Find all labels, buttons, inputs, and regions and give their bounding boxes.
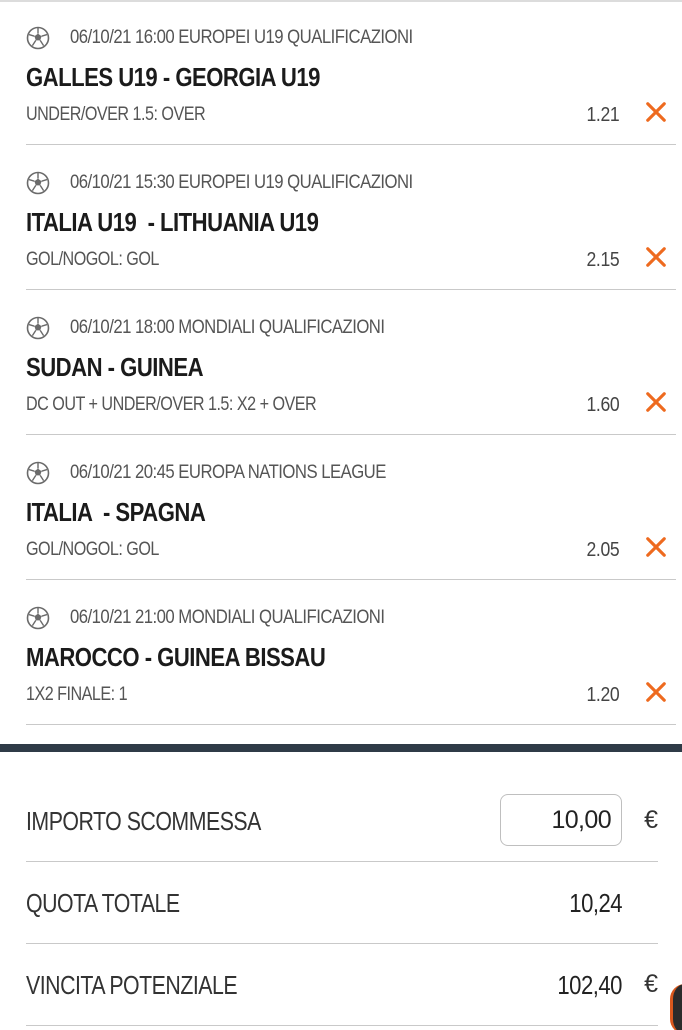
close-icon bbox=[645, 101, 667, 128]
close-icon bbox=[645, 391, 667, 418]
bet-market: GOL/NOGOL: GOL bbox=[26, 249, 159, 270]
remove-bet-button[interactable] bbox=[644, 681, 668, 708]
stake-input[interactable] bbox=[500, 794, 622, 846]
potential-win-row: VINCITA POTENZIALE 102,40 € bbox=[26, 944, 658, 1026]
bet-teams: ITALIA - SPAGNA bbox=[26, 497, 206, 527]
bet-datetime-competition: 06/10/21 18:00 MONDIALI QUALIFICAZIONI bbox=[70, 317, 385, 338]
soccer-ball-icon bbox=[26, 26, 50, 50]
potential-win-label: VINCITA POTENZIALE bbox=[26, 970, 238, 1000]
bet-item: 06/10/21 20:45 EUROPA NATIONS LEAGUE ITAL… bbox=[26, 435, 676, 580]
bet-odd: 1.60 bbox=[586, 394, 619, 416]
bet-datetime-competition: 06/10/21 16:00 EUROPEI U19 QUALIFICAZION… bbox=[70, 27, 413, 48]
bet-meta: 06/10/21 18:00 MONDIALI QUALIFICAZIONI bbox=[26, 314, 427, 342]
bet-teams: GALLES U19 - GEORGIA U19 bbox=[26, 62, 320, 92]
bet-datetime-competition: 06/10/21 20:45 EUROPA NATIONS LEAGUE bbox=[70, 462, 386, 483]
bet-market: 1X2 FINALE: 1 bbox=[26, 684, 128, 705]
soccer-ball-icon bbox=[26, 461, 50, 485]
remove-bet-button[interactable] bbox=[644, 101, 668, 128]
bet-teams: SUDAN - GUINEA bbox=[26, 352, 204, 382]
bet-odd: 2.05 bbox=[586, 539, 619, 561]
total-odds-row: QUOTA TOTALE 10,24 bbox=[26, 862, 658, 944]
potential-win-value: 102,40 bbox=[557, 970, 622, 1000]
soccer-ball-icon bbox=[26, 606, 50, 630]
stake-row: IMPORTO SCOMMESSA € bbox=[26, 780, 658, 862]
bet-meta: 06/10/21 20:45 EUROPA NATIONS LEAGUE bbox=[26, 459, 429, 487]
bet-meta: 06/10/21 21:00 MONDIALI QUALIFICAZIONI bbox=[26, 604, 427, 632]
remove-bet-button[interactable] bbox=[644, 246, 668, 273]
bet-odd: 2.15 bbox=[586, 249, 619, 271]
bet-market: DC OUT + UNDER/OVER 1.5: X2 + OVER bbox=[26, 394, 317, 415]
close-icon bbox=[645, 246, 667, 273]
close-icon bbox=[645, 681, 667, 708]
bet-odd: 1.21 bbox=[586, 104, 619, 126]
potential-win-currency: € bbox=[644, 970, 658, 998]
remove-bet-button[interactable] bbox=[644, 391, 668, 418]
stake-currency: € bbox=[644, 806, 658, 834]
bet-teams: ITALIA U19 - LITHUANIA U19 bbox=[26, 207, 319, 237]
bet-datetime-competition: 06/10/21 15:30 EUROPEI U19 QUALIFICAZION… bbox=[70, 172, 413, 193]
bet-item: 06/10/21 16:00 EUROPEI U19 QUALIFICAZION… bbox=[26, 0, 676, 145]
bet-market: UNDER/OVER 1.5: OVER bbox=[26, 104, 206, 125]
bet-item: 06/10/21 15:30 EUROPEI U19 QUALIFICAZION… bbox=[26, 145, 676, 290]
total-odds-value: 10,24 bbox=[569, 888, 622, 918]
soccer-ball-icon bbox=[26, 171, 50, 195]
floating-widget-edge[interactable] bbox=[670, 984, 682, 1030]
stake-label: IMPORTO SCOMMESSA bbox=[26, 806, 261, 836]
bet-meta: 06/10/21 15:30 EUROPEI U19 QUALIFICAZION… bbox=[26, 169, 459, 197]
bet-odd: 1.20 bbox=[586, 684, 619, 706]
close-icon bbox=[645, 536, 667, 563]
bet-meta: 06/10/21 16:00 EUROPEI U19 QUALIFICAZION… bbox=[26, 24, 459, 52]
remove-bet-button[interactable] bbox=[644, 536, 668, 563]
bet-item: 06/10/21 21:00 MONDIALI QUALIFICAZIONI MA… bbox=[26, 580, 676, 725]
bet-market: GOL/NOGOL: GOL bbox=[26, 539, 159, 560]
bet-datetime-competition: 06/10/21 21:00 MONDIALI QUALIFICAZIONI bbox=[70, 607, 385, 628]
soccer-ball-icon bbox=[26, 316, 50, 340]
section-divider bbox=[0, 744, 682, 752]
bet-teams: MAROCCO - GUINEA BISSAU bbox=[26, 642, 326, 672]
total-odds-label: QUOTA TOTALE bbox=[26, 888, 180, 918]
bet-item: 06/10/21 18:00 MONDIALI QUALIFICAZIONI SU… bbox=[26, 290, 676, 435]
